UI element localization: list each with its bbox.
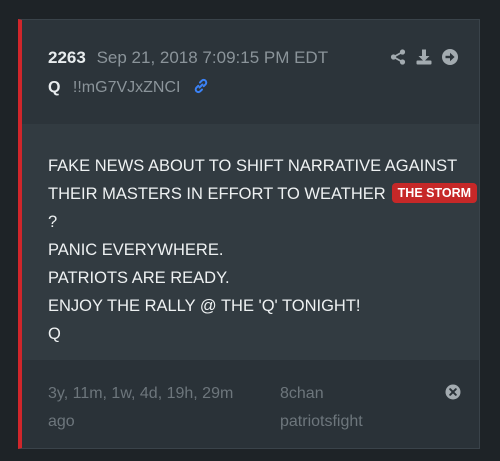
message-signature: Q — [48, 325, 61, 343]
post-timestamp: Sep 21, 2018 7:09:15 PM EDT — [96, 48, 329, 67]
post-actions — [389, 48, 459, 66]
source-board: patriotsfight — [280, 413, 363, 430]
message-line: ? — [48, 213, 58, 231]
link-icon[interactable] — [193, 78, 209, 99]
relative-time: 3y, 11m, 1w, 4d, 19h, 29m ago — [48, 385, 234, 430]
source-site: 8chan — [280, 385, 324, 402]
storm-tag[interactable]: THE STORM — [391, 183, 478, 203]
message-line-with-tag: THEIR MASTERS IN EFFORT TO WEATHER THE ST… — [48, 180, 478, 208]
close-circle-icon[interactable] — [445, 384, 461, 400]
tripcode: !!mG7VJxZNCI — [72, 79, 181, 96]
author-name: Q — [48, 79, 61, 96]
post-meta: 2263 Sep 21, 2018 7:09:15 PM EDT — [48, 48, 328, 68]
author-line: Q !!mG7VJxZNCI — [48, 78, 209, 99]
message-line: PANIC EVERYWHERE. — [48, 241, 224, 259]
message-line: FAKE NEWS ABOUT TO SHIFT NARRATIVE AGAIN… — [48, 157, 458, 175]
message-line: THEIR MASTERS IN EFFORT TO WEATHER — [48, 185, 386, 203]
message-line: PATRIOTS ARE READY. — [48, 269, 230, 287]
post-number[interactable]: 2263 — [48, 48, 86, 67]
post-message: FAKE NEWS ABOUT TO SHIFT NARRATIVE AGAIN… — [48, 152, 478, 348]
arrow-right-circle-icon[interactable] — [441, 48, 459, 66]
message-line: ENJOY THE RALLY @ THE 'Q' TONIGHT! — [48, 297, 361, 315]
share-icon[interactable] — [389, 48, 407, 66]
source-info: 8chan patriotsfight — [280, 380, 363, 436]
post-body: FAKE NEWS ABOUT TO SHIFT NARRATIVE AGAIN… — [22, 124, 479, 361]
post-card: 2263 Sep 21, 2018 7:09:15 PM EDT Q !!mG7… — [18, 19, 480, 449]
download-icon[interactable] — [415, 48, 433, 66]
post-footer: 3y, 11m, 1w, 4d, 19h, 29m ago 8chan patr… — [22, 360, 479, 448]
post-header: 2263 Sep 21, 2018 7:09:15 PM EDT Q !!mG7… — [22, 20, 479, 125]
